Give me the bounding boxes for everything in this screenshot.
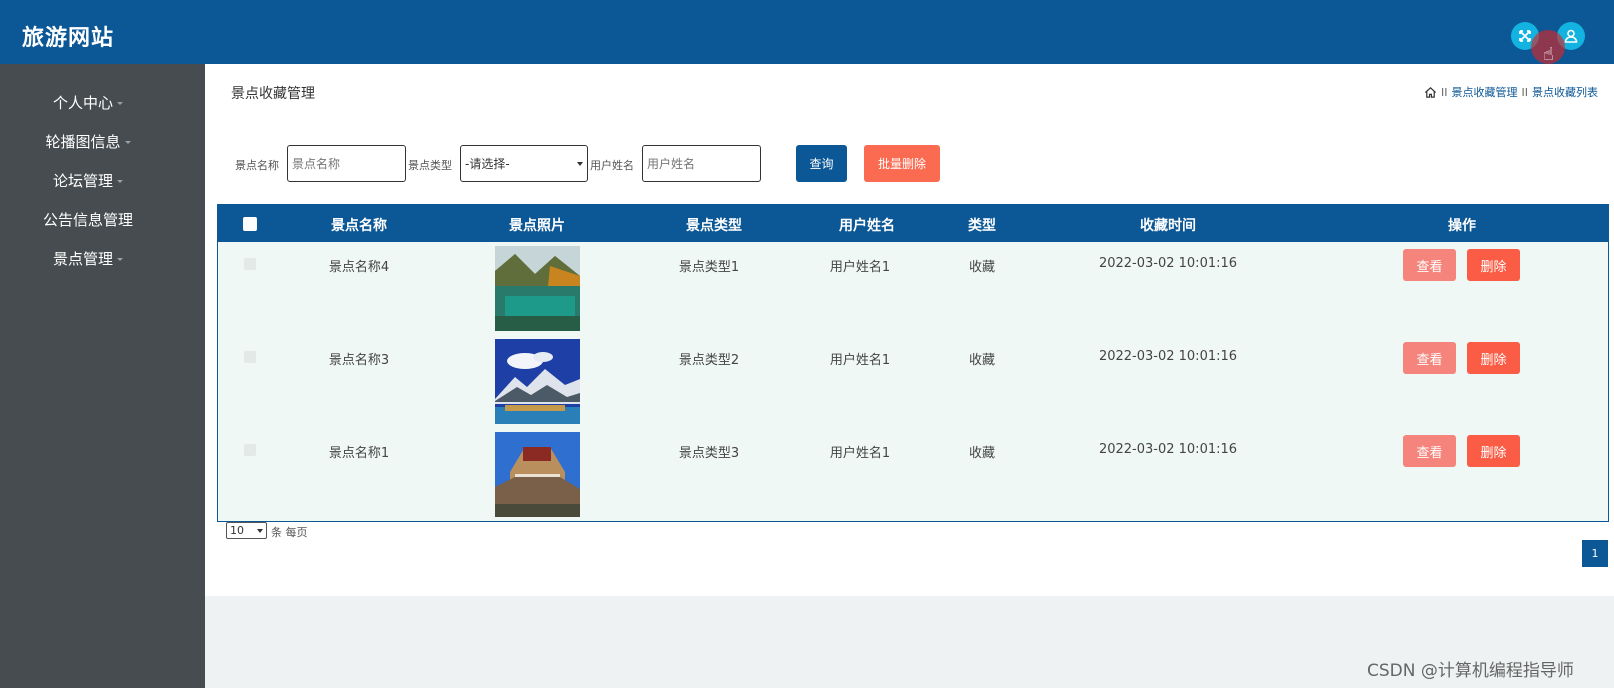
sidebar-item-carousel[interactable]: 轮播图信息	[0, 131, 176, 152]
breadcrumb-item-favorites[interactable]: 景点收藏管理	[1452, 84, 1518, 100]
chevron-down-icon	[577, 161, 583, 166]
delete-button[interactable]: 删除	[1467, 342, 1520, 374]
user-name-input[interactable]	[642, 145, 761, 182]
favorite-time-cell: 2022-03-02 10:01:16	[1098, 442, 1238, 457]
table-row: 景点名称4 景点类型1 用户姓名1 收藏 2022-03-02 10:01:16…	[218, 242, 1608, 334]
page-number-button[interactable]: 1	[1582, 540, 1608, 567]
attraction-type-cell: 景点类型1	[678, 260, 740, 275]
user-name-cell: 用户姓名1	[829, 446, 891, 461]
user-name-label: 用户姓名	[590, 159, 634, 172]
view-button[interactable]: 查看	[1403, 249, 1456, 281]
favorites-table: 景点名称 景点照片 景点类型 用户姓名 类型 收藏时间 操作 景点名称4 景点类…	[217, 204, 1609, 522]
sidebar-item-label: 论坛管理	[52, 172, 113, 190]
kind-cell: 收藏	[968, 353, 996, 368]
caret-down-icon	[124, 141, 131, 144]
select-value: -请选择-	[465, 157, 510, 171]
delete-button[interactable]: 删除	[1467, 435, 1520, 467]
sidebar-item-label: 个人中心	[52, 94, 113, 112]
table-header: 景点名称 景点照片 景点类型 用户姓名 类型 收藏时间 操作	[218, 205, 1608, 242]
sidebar-item-attractions[interactable]: 景点管理	[0, 248, 176, 269]
select-all-checkbox[interactable]	[243, 217, 257, 231]
sidebar-item-label: 景点管理	[52, 250, 113, 268]
view-button[interactable]: 查看	[1403, 435, 1456, 467]
breadcrumb-separator: II	[1521, 85, 1529, 99]
attraction-type-cell: 景点类型2	[678, 353, 740, 368]
sidebar: 个人中心 轮播图信息 论坛管理 公告信息管理 景点管理	[0, 64, 205, 688]
sidebar-item-label: 公告信息管理	[42, 211, 133, 229]
caret-down-icon	[117, 258, 123, 261]
column-header: 类型	[968, 218, 996, 234]
page-size-label: 条 每页	[271, 526, 308, 539]
watermark: CSDN @计算机编程指导师	[1367, 661, 1574, 681]
attraction-photo	[495, 246, 580, 331]
attraction-type-cell: 景点类型3	[678, 446, 740, 461]
attraction-name-cell: 景点名称3	[328, 353, 390, 368]
batch-delete-button[interactable]: 批量删除	[864, 145, 940, 182]
user-name-cell: 用户姓名1	[829, 353, 891, 368]
page-size-select[interactable]: 10	[226, 522, 267, 539]
sidebar-item-personal-center[interactable]: 个人中心	[0, 92, 176, 113]
row-checkbox[interactable]	[244, 444, 256, 456]
page-size-value: 10	[230, 524, 244, 537]
caret-down-icon	[117, 102, 123, 105]
table-row: 景点名称3 景点类型2 用户姓名1 收藏 2022-03-02 10:01:16…	[218, 335, 1608, 427]
column-header: 景点类型	[686, 218, 742, 234]
column-header: 景点照片	[509, 218, 565, 234]
hand-cursor-icon: ☝	[1543, 44, 1554, 65]
favorite-time-cell: 2022-03-02 10:01:16	[1098, 349, 1238, 364]
column-header: 景点名称	[331, 218, 387, 234]
site-title: 旅游网站	[22, 26, 115, 51]
favorite-time-cell: 2022-03-02 10:01:16	[1098, 256, 1238, 271]
user-name-cell: 用户姓名1	[829, 260, 891, 275]
attraction-type-label: 景点类型	[408, 159, 452, 172]
chevron-down-icon	[257, 528, 263, 533]
attraction-name-label: 景点名称	[235, 159, 279, 172]
attraction-name-input[interactable]	[287, 145, 406, 182]
attraction-photo	[495, 432, 580, 517]
column-header: 操作	[1448, 218, 1476, 234]
row-checkbox[interactable]	[244, 258, 256, 270]
page-title: 景点收藏管理	[231, 86, 315, 102]
top-bar: 旅游网站	[0, 0, 1614, 64]
column-header: 收藏时间	[1140, 218, 1196, 234]
attraction-type-select[interactable]: -请选择-	[460, 145, 588, 182]
sidebar-item-label: 轮播图信息	[45, 133, 121, 151]
table-row: 景点名称1 景点类型3 用户姓名1 收藏 2022-03-02 10:01:16…	[218, 428, 1608, 520]
attraction-name-cell: 景点名称1	[328, 446, 390, 461]
view-button[interactable]: 查看	[1403, 342, 1456, 374]
sidebar-item-forum[interactable]: 论坛管理	[0, 170, 176, 191]
kind-cell: 收藏	[968, 260, 996, 275]
column-header: 用户姓名	[839, 218, 895, 234]
row-checkbox[interactable]	[244, 351, 256, 363]
home-icon[interactable]	[1424, 86, 1437, 99]
attraction-photo	[495, 339, 580, 424]
sidebar-item-announcements[interactable]: 公告信息管理	[0, 209, 176, 230]
query-button[interactable]: 查询	[796, 145, 847, 182]
breadcrumb-separator: II	[1441, 85, 1448, 99]
kind-cell: 收藏	[968, 446, 996, 461]
breadcrumb: II 景点收藏管理 II 景点收藏列表	[1424, 84, 1598, 100]
caret-down-icon	[117, 180, 123, 183]
attraction-name-cell: 景点名称4	[328, 260, 390, 275]
delete-button[interactable]: 删除	[1467, 249, 1520, 281]
breadcrumb-item-list[interactable]: 景点收藏列表	[1532, 84, 1598, 100]
